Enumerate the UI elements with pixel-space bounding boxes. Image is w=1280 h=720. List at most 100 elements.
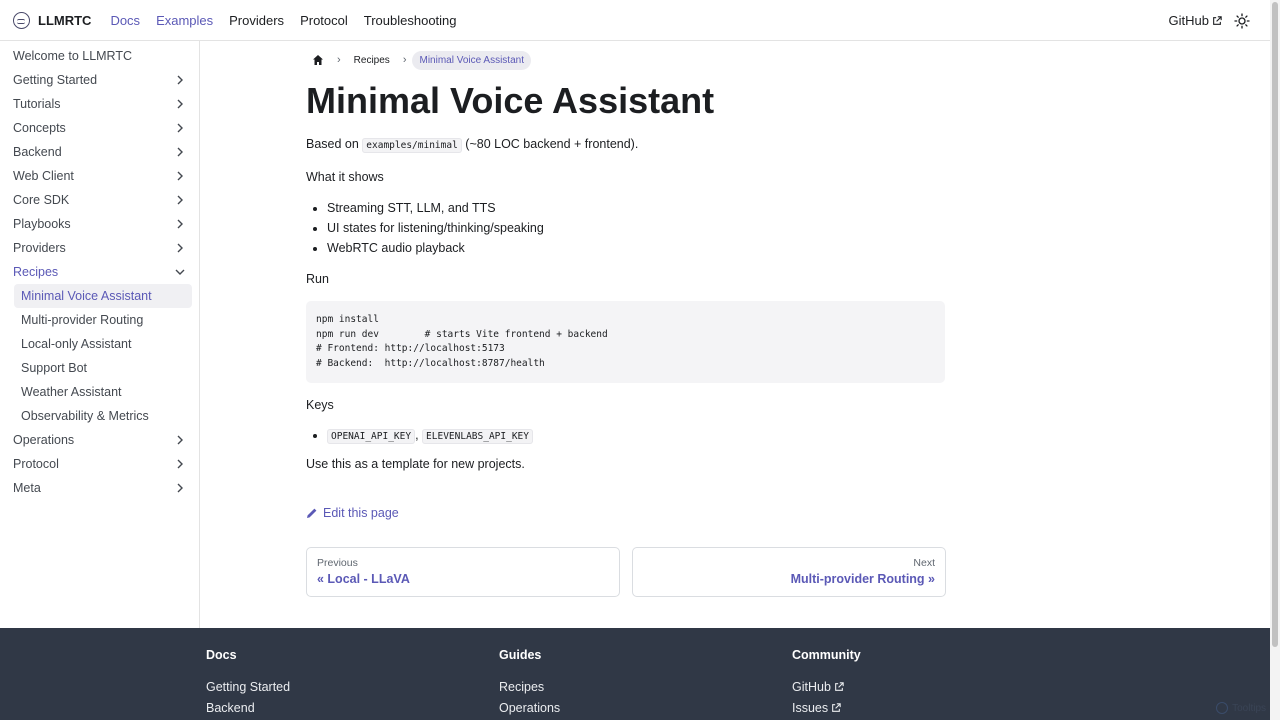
list-item: WebRTC audio playback — [327, 240, 946, 260]
sidebar-item-playbooks[interactable]: Playbooks — [0, 212, 199, 236]
footer-link-label: GitHub — [792, 679, 831, 694]
footer-column-title: Community — [792, 648, 861, 662]
key-separator: , — [415, 428, 423, 442]
footer-link-github[interactable]: GitHub — [792, 676, 861, 697]
chevron-right-icon — [177, 459, 183, 469]
github-label: GitHub — [1168, 13, 1209, 28]
sidebar-item-label: Operations — [13, 433, 75, 447]
sidebar-item-recipes[interactable]: Recipes — [0, 260, 199, 284]
chevron-right-icon — [177, 435, 183, 445]
sidebar-item-concepts[interactable]: Concepts — [0, 116, 199, 140]
chevron-right-icon — [177, 99, 183, 109]
breadcrumb: › Recipes › Minimal Voice Assistant — [306, 41, 946, 79]
pager-previous-label: « Local - LLaVA — [317, 572, 410, 586]
footer-link-recipes[interactable]: Recipes — [499, 676, 560, 697]
breadcrumb-separator: › — [402, 54, 407, 66]
intro-prefix: Based on — [306, 137, 363, 151]
sidebar-item-label: Getting Started — [13, 73, 98, 87]
list-item: UI states for listening/thinking/speakin… — [327, 220, 946, 240]
footer-column-docs: Docs Getting Started Backend — [206, 648, 290, 718]
breadcrumb-separator: › — [337, 54, 341, 66]
chevron-right-icon — [177, 483, 183, 493]
footer-column-title: Guides — [499, 648, 542, 662]
sidebar-subitem-support-bot[interactable]: Support Bot — [14, 356, 192, 380]
run-heading: Run — [306, 272, 329, 286]
code-line: # Backend: http://localhost:8787/health — [316, 358, 545, 370]
sidebar-item-web-client[interactable]: Web Client — [0, 164, 199, 188]
nav-link-protocol[interactable]: Protocol — [300, 13, 348, 28]
breadcrumb-current: Minimal Voice Assistant — [412, 50, 531, 70]
sidebar-subitem-multi-provider-routing[interactable]: Multi-provider Routing — [14, 308, 192, 332]
sun-icon[interactable] — [1234, 12, 1250, 29]
sidebar-item-label: Tutorials — [13, 97, 61, 111]
external-link-icon — [832, 702, 841, 712]
pager-next[interactable]: Next Multi-provider Routing » — [632, 547, 946, 597]
nav-link-troubleshooting[interactable]: Troubleshooting — [364, 13, 457, 28]
sidebar-subitem-observability-metrics[interactable]: Observability & Metrics — [14, 404, 192, 428]
inline-code-openai-key: OPENAI_API_KEY — [327, 429, 416, 444]
site-footer: Docs Getting Started Backend Guides Reci… — [0, 628, 1270, 720]
shows-list: Streaming STT, LLM, and TTS UI states fo… — [327, 200, 946, 260]
page-scrollbar[interactable] — [1270, 0, 1280, 720]
nav-link-docs[interactable]: Docs — [110, 13, 140, 28]
breadcrumb-recipes[interactable]: Recipes — [354, 55, 390, 66]
nav-link-github[interactable]: GitHub — [1169, 13, 1222, 28]
sidebar-subitem-minimal-voice-assistant[interactable]: Minimal Voice Assistant — [14, 284, 192, 308]
nav-link-providers[interactable]: Providers — [229, 13, 284, 28]
external-link-icon — [835, 681, 844, 691]
pager-previous[interactable]: Previous « Local - LLaVA — [306, 547, 620, 597]
code-line: # Frontend: http://localhost:5173 — [316, 343, 505, 355]
chevron-right-icon — [177, 171, 183, 181]
pager-next-sublabel: Next — [913, 557, 935, 569]
nav-link-examples[interactable]: Examples — [156, 13, 213, 28]
footer-column-guides: Guides Recipes Operations — [499, 648, 560, 718]
footer-link-issues[interactable]: Issues — [792, 697, 861, 718]
inline-code-elevenlabs-key: ELEVENLABS_API_KEY — [422, 429, 533, 444]
chevron-right-icon — [177, 147, 183, 157]
chevron-right-icon — [177, 75, 183, 85]
keys-heading: Keys — [306, 398, 334, 412]
sidebar-item-label: Welcome to LLMRTC — [13, 49, 133, 63]
sidebar-item-label: Protocol — [13, 457, 59, 471]
sidebar-item-getting-started[interactable]: Getting Started — [0, 68, 199, 92]
sidebar-item-operations[interactable]: Operations — [0, 428, 199, 452]
main-content: › Recipes › Minimal Voice Assistant Mini… — [306, 41, 946, 597]
docs-sidebar: Welcome to LLMRTC Getting Started Tutori… — [0, 41, 200, 628]
external-link-icon — [1213, 15, 1222, 25]
sidebar-item-welcome[interactable]: Welcome to LLMRTC — [0, 44, 199, 68]
home-icon[interactable] — [312, 54, 324, 66]
edit-page-link[interactable]: Edit this page — [306, 506, 946, 520]
pencil-icon — [307, 508, 317, 518]
code-block[interactable]: npm install npm run dev # starts Vite fro… — [306, 301, 945, 383]
sidebar-item-label: Concepts — [13, 121, 66, 135]
code-line: npm run dev # starts Vite frontend + bac… — [316, 328, 608, 340]
footer-link-getting-started[interactable]: Getting Started — [206, 676, 290, 697]
footer-link-operations[interactable]: Operations — [499, 697, 560, 718]
scrollbar-thumb[interactable] — [1272, 2, 1278, 647]
inline-code-examples-minimal: examples/minimal — [362, 138, 462, 153]
sidebar-item-providers[interactable]: Providers — [0, 236, 199, 260]
badge-label: Tooltips — [1232, 702, 1266, 714]
sidebar-item-meta[interactable]: Meta — [0, 476, 199, 500]
sidebar-item-label: Providers — [13, 241, 66, 255]
badge-icon — [1216, 702, 1229, 714]
keys-list: OPENAI_API_KEY, ELEVENLABS_API_KEY — [327, 427, 946, 447]
top-navbar: LLMRTC Docs Examples Providers Protocol … — [0, 0, 1270, 41]
sidebar-item-label: Backend — [13, 145, 62, 159]
pager-next-label: Multi-provider Routing » — [790, 572, 935, 586]
chevron-right-icon — [177, 243, 183, 253]
chevron-right-icon — [177, 219, 183, 229]
chevron-right-icon — [177, 195, 183, 205]
sidebar-item-core-sdk[interactable]: Core SDK — [0, 188, 199, 212]
sidebar-item-tutorials[interactable]: Tutorials — [0, 92, 199, 116]
footer-link-backend[interactable]: Backend — [206, 697, 290, 718]
sidebar-item-label: Meta — [13, 481, 41, 495]
brand-name: LLMRTC — [38, 12, 92, 28]
code-line: npm install — [316, 314, 379, 325]
brand[interactable]: LLMRTC — [13, 11, 92, 29]
sidebar-subitem-weather-assistant[interactable]: Weather Assistant — [14, 380, 192, 404]
sidebar-item-backend[interactable]: Backend — [0, 140, 199, 164]
chevron-right-icon — [177, 123, 183, 133]
sidebar-subitem-local-only-assistant[interactable]: Local-only Assistant — [14, 332, 192, 356]
sidebar-item-protocol[interactable]: Protocol — [0, 452, 199, 476]
